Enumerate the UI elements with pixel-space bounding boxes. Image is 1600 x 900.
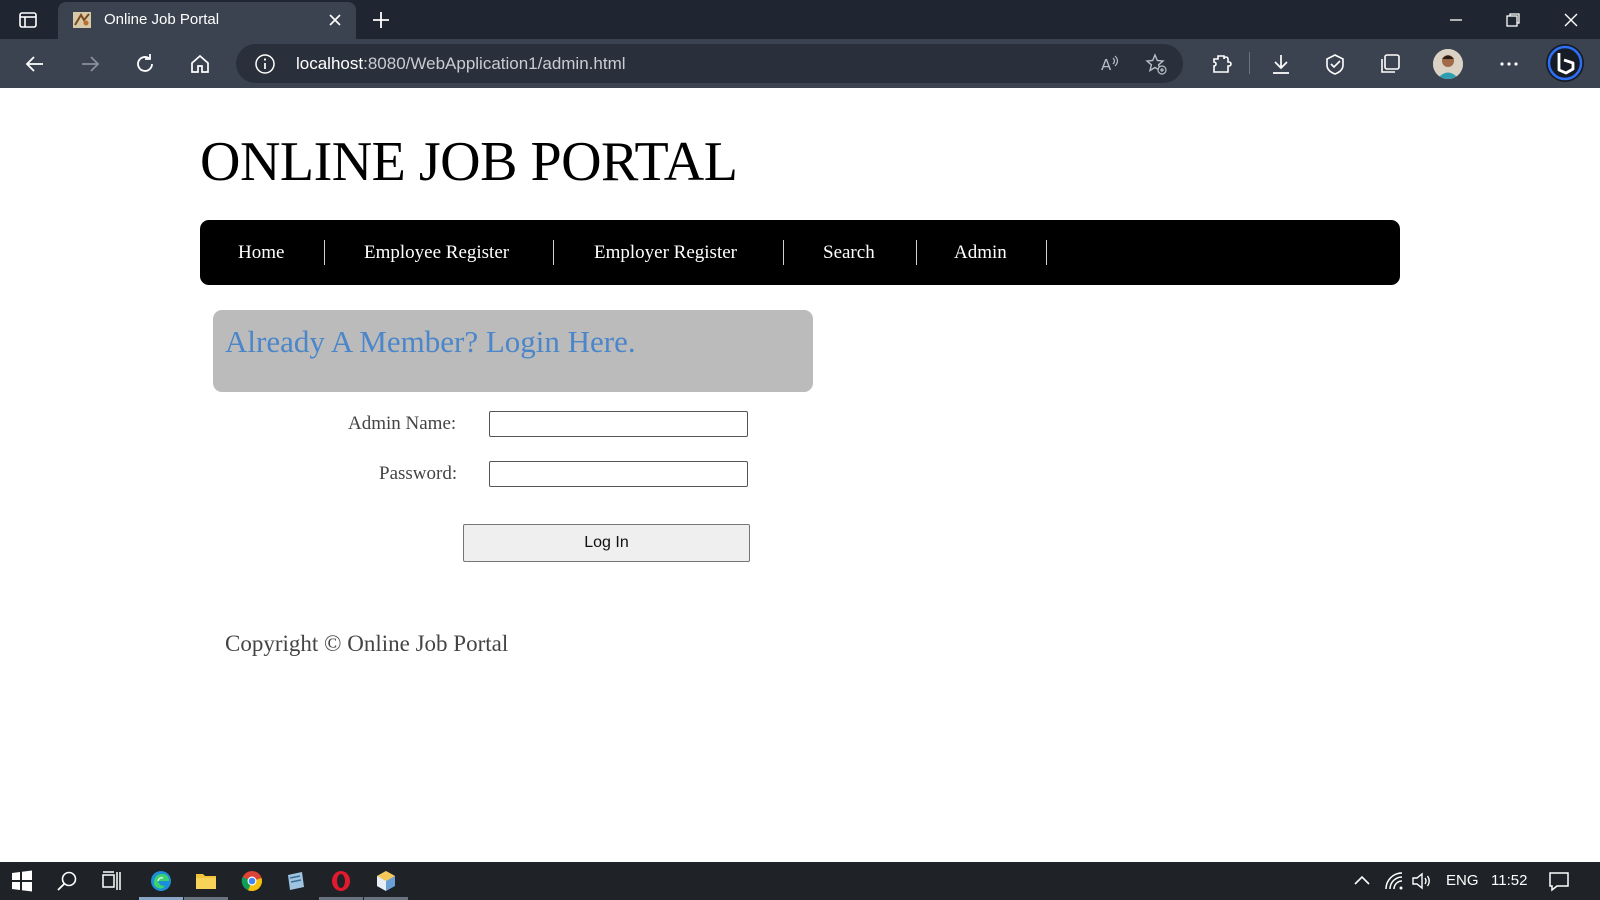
favorite-add-icon[interactable] xyxy=(1144,52,1168,76)
windows-start-icon[interactable] xyxy=(10,869,34,893)
collections-icon[interactable] xyxy=(1378,52,1402,76)
tab-title: Online Job Portal xyxy=(104,11,220,28)
nav-item-admin[interactable]: Admin xyxy=(954,220,1007,285)
log-in-button[interactable]: Log In xyxy=(463,524,750,562)
minimize-icon[interactable] xyxy=(1446,10,1466,30)
password-input[interactable] xyxy=(489,461,748,487)
forward-icon[interactable] xyxy=(78,52,102,76)
page-content: ONLINE JOB PORTAL Home Employee Register… xyxy=(0,88,1600,862)
nav-item-employer-register[interactable]: Employer Register xyxy=(594,220,737,285)
volume-icon[interactable] xyxy=(1410,869,1434,893)
profile-avatar[interactable] xyxy=(1433,49,1463,79)
profile-photo-icon xyxy=(1433,49,1463,79)
url-host: localhost xyxy=(296,54,364,73)
downloads-icon[interactable] xyxy=(1269,52,1293,76)
back-icon[interactable] xyxy=(23,52,47,76)
browser-tab-bar: Online Job Portal xyxy=(0,0,1600,39)
nav-divider xyxy=(1046,240,1047,265)
admin-name-label: Admin Name: xyxy=(348,413,457,434)
browser-toolbar: localhost:8080/WebApplication1/admin.htm… xyxy=(0,39,1600,88)
restore-icon[interactable] xyxy=(1503,10,1523,30)
browser-tab-active[interactable]: Online Job Portal xyxy=(58,2,356,39)
site-title: ONLINE JOB PORTAL xyxy=(200,131,738,193)
home-icon[interactable] xyxy=(188,52,212,76)
notifications-icon[interactable] xyxy=(1547,869,1571,893)
site-info-icon[interactable] xyxy=(254,53,276,75)
opera-icon[interactable] xyxy=(329,869,353,893)
language-indicator[interactable]: ENG xyxy=(1446,872,1479,889)
toolbar-separator xyxy=(1249,52,1250,74)
nav-item-search[interactable]: Search xyxy=(823,220,875,285)
more-menu-icon[interactable] xyxy=(1497,52,1521,76)
bing-icon xyxy=(1547,45,1583,81)
extensions-icon[interactable] xyxy=(1209,52,1233,76)
copilot-button[interactable] xyxy=(1546,44,1584,82)
new-tab-icon[interactable] xyxy=(370,9,392,31)
close-tab-icon[interactable] xyxy=(328,13,342,27)
read-aloud-icon[interactable]: A xyxy=(1098,52,1122,76)
wifi-icon[interactable] xyxy=(1382,869,1406,893)
login-heading-box: Already A Member? Login Here. xyxy=(213,310,813,392)
close-window-icon[interactable] xyxy=(1561,10,1581,30)
nav-item-employee-register[interactable]: Employee Register xyxy=(364,220,509,285)
windows-taskbar: ENG 11:52 xyxy=(0,862,1600,900)
address-bar[interactable]: localhost:8080/WebApplication1/admin.htm… xyxy=(236,44,1183,83)
nav-item-home[interactable]: Home xyxy=(238,220,284,285)
clock[interactable]: 11:52 xyxy=(1491,872,1527,889)
nav-divider xyxy=(324,240,325,265)
url-text[interactable]: localhost:8080/WebApplication1/admin.htm… xyxy=(296,54,626,74)
chevron-up-icon[interactable] xyxy=(1350,869,1374,893)
search-icon[interactable] xyxy=(55,869,79,893)
nav-divider xyxy=(916,240,917,265)
browser-essentials-icon[interactable] xyxy=(1323,52,1347,76)
chrome-icon[interactable] xyxy=(240,869,264,893)
nav-divider xyxy=(783,240,784,265)
copyright-text: Copyright © Online Job Portal xyxy=(225,631,509,656)
password-label: Password: xyxy=(379,463,458,484)
task-view-icon[interactable] xyxy=(100,869,124,893)
login-heading: Already A Member? Login Here. xyxy=(225,324,636,359)
nav-divider xyxy=(553,240,554,265)
main-nav: Home Employee Register Employer Register… xyxy=(200,220,1400,285)
site-favicon-icon xyxy=(73,12,91,28)
reload-icon[interactable] xyxy=(133,52,157,76)
virtualbox-icon[interactable] xyxy=(374,869,398,893)
url-path: :8080/WebApplication1/admin.html xyxy=(363,54,626,73)
app-taskbar-icon[interactable] xyxy=(284,869,308,893)
tab-actions-icon[interactable] xyxy=(18,10,38,30)
admin-name-input[interactable] xyxy=(489,411,748,437)
file-explorer-icon[interactable] xyxy=(194,869,218,893)
edge-taskbar-icon[interactable] xyxy=(149,869,173,893)
svg-text:A: A xyxy=(1101,56,1112,74)
